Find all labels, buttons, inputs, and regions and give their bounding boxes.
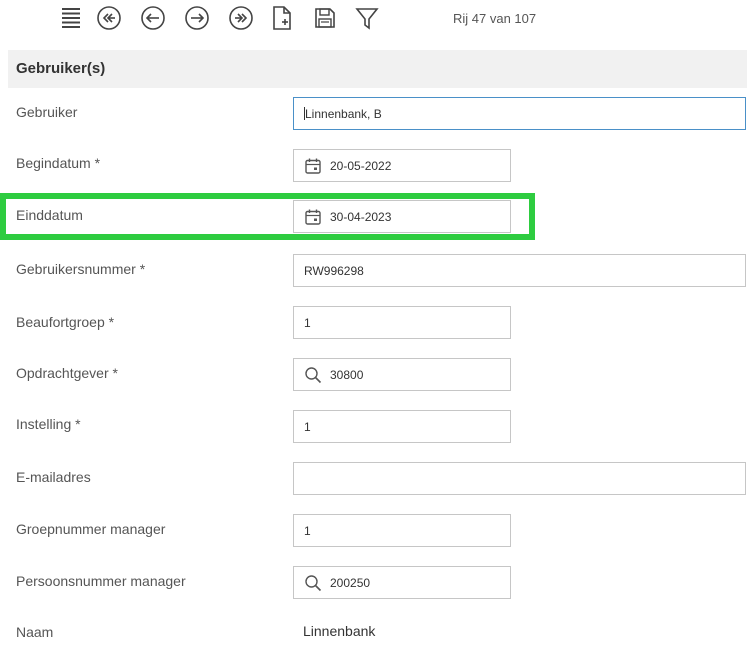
gebruiker-input[interactable]: Linnenbank, B (293, 97, 746, 130)
gebruikersnummer-label: Gebruikersnummer * (16, 261, 146, 277)
section-title: Gebruiker(s) (8, 50, 747, 88)
gebruikersnummer-input[interactable]: RW996298 (293, 254, 746, 287)
emailadres-input[interactable] (293, 462, 746, 495)
groepnummer-manager-label: Groepnummer manager (16, 521, 166, 537)
opdrachtgever-label: Opdrachtgever * (16, 365, 118, 381)
begindatum-label: Begindatum * (16, 155, 101, 171)
instelling-label: Instelling * (16, 416, 81, 432)
calendar-icon[interactable] (304, 157, 322, 175)
previous-record-icon[interactable] (139, 4, 167, 32)
emailadres-label: E-mailadres (16, 469, 91, 485)
gebruikersnummer-value: RW996298 (304, 263, 364, 278)
toolbar: Rij 47 van 107 (0, 0, 747, 40)
begindatum-value: 20-05-2022 (330, 158, 392, 173)
persoonsnummer-manager-label: Persoonsnummer manager (16, 573, 186, 589)
naam-value: Linnenbank (303, 623, 376, 639)
new-document-icon[interactable] (268, 4, 296, 32)
first-record-icon[interactable] (95, 4, 123, 32)
beaufortgroep-input[interactable]: 1 (293, 306, 511, 339)
next-record-icon[interactable] (183, 4, 211, 32)
groepnummer-manager-input[interactable]: 1 (293, 514, 511, 547)
groepnummer-manager-value: 1 (304, 523, 311, 538)
list-icon[interactable] (57, 4, 85, 32)
calendar-icon[interactable] (304, 208, 322, 226)
begindatum-input[interactable]: 20-05-2022 (293, 149, 511, 182)
einddatum-value: 30-04-2023 (330, 209, 392, 224)
persoonsnummer-manager-input[interactable]: 200250 (293, 566, 511, 599)
opdrachtgever-input[interactable]: 30800 (293, 358, 511, 391)
einddatum-label: Einddatum (16, 207, 83, 223)
instelling-value: 1 (304, 419, 311, 434)
gebruiker-label: Gebruiker (16, 104, 78, 120)
beaufortgroep-value: 1 (304, 315, 311, 330)
naam-label: Naam (16, 624, 54, 640)
search-icon[interactable] (304, 574, 322, 592)
persoonsnummer-manager-value: 200250 (330, 575, 371, 590)
gebruiker-value: Linnenbank, B (305, 106, 382, 121)
row-counter: Rij 47 van 107 (453, 11, 537, 26)
save-icon[interactable] (311, 4, 339, 32)
einddatum-input[interactable]: 30-04-2023 (293, 200, 511, 233)
last-record-icon[interactable] (227, 4, 255, 32)
search-icon[interactable] (304, 366, 322, 384)
beaufortgroep-label: Beaufortgroep * (16, 314, 115, 330)
instelling-input[interactable]: 1 (293, 410, 511, 443)
opdrachtgever-value: 30800 (330, 367, 364, 382)
filter-icon[interactable] (353, 4, 381, 32)
